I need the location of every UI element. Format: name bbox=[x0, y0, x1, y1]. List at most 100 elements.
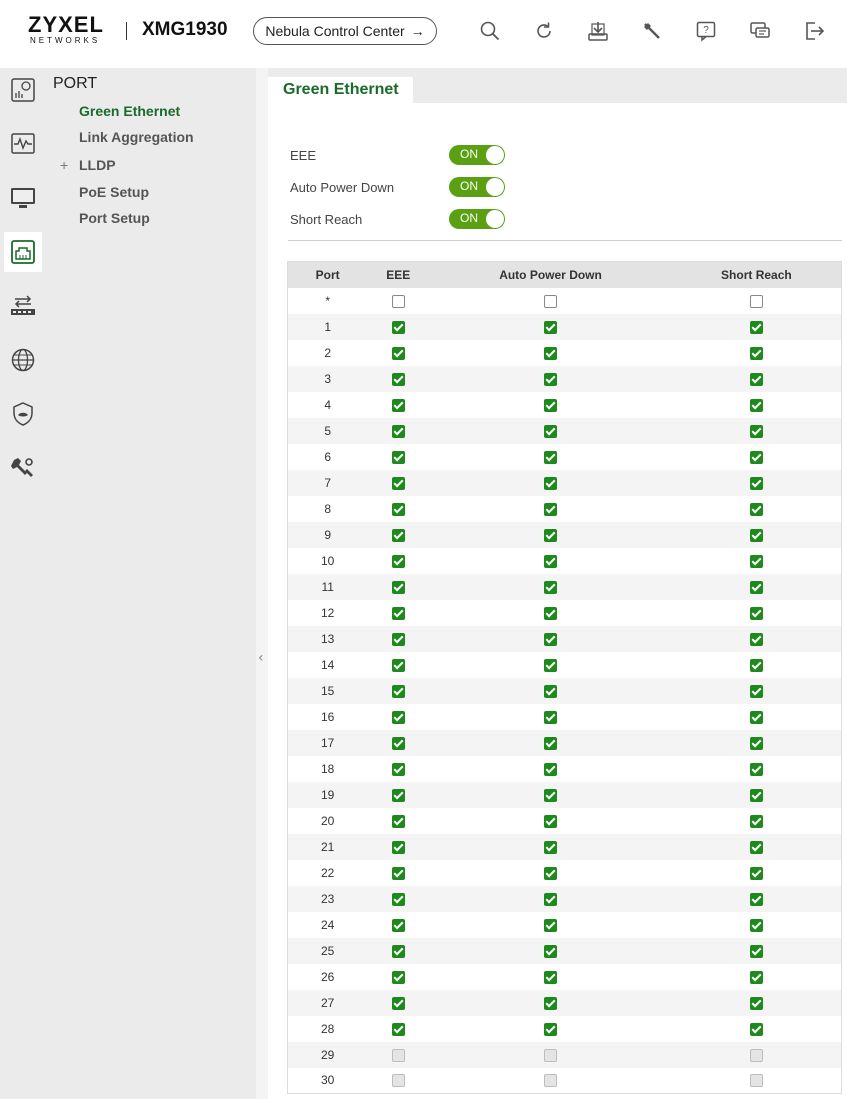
auto-power-down-checkbox[interactable] bbox=[544, 372, 558, 386]
eee-checkbox[interactable] bbox=[391, 944, 405, 958]
auto-power-down-checkbox[interactable] bbox=[544, 970, 558, 984]
auto-power-down-checkbox[interactable] bbox=[544, 632, 558, 646]
eee-checkbox[interactable] bbox=[391, 970, 405, 984]
short-reach-checkbox[interactable] bbox=[749, 736, 763, 750]
port-icon[interactable] bbox=[4, 232, 42, 272]
security-icon[interactable] bbox=[4, 394, 42, 434]
expand-plus-icon[interactable]: + bbox=[60, 157, 68, 173]
auto-power-down-checkbox[interactable] bbox=[544, 866, 558, 880]
search-icon[interactable] bbox=[479, 20, 501, 42]
eee-checkbox[interactable] bbox=[391, 996, 405, 1010]
short-reach-checkbox[interactable] bbox=[749, 892, 763, 906]
auto-power-down-checkbox[interactable] bbox=[544, 398, 558, 412]
short-reach-checkbox[interactable] bbox=[749, 606, 763, 620]
zyxel-logo[interactable]: ZYXEL NETWORKS bbox=[28, 14, 112, 48]
eee-checkbox[interactable] bbox=[391, 554, 405, 568]
auto-power-down-checkbox[interactable] bbox=[544, 476, 558, 490]
eee-checkbox[interactable] bbox=[391, 918, 405, 932]
eee-checkbox[interactable] bbox=[391, 372, 405, 386]
menu-item-lldp[interactable]: LLDP bbox=[79, 157, 116, 173]
eee-checkbox[interactable] bbox=[391, 450, 405, 464]
menu-item-poe-setup[interactable]: PoE Setup bbox=[79, 184, 149, 200]
short-reach-checkbox[interactable] bbox=[749, 450, 763, 464]
short-reach-checkbox[interactable] bbox=[749, 346, 763, 360]
eee-checkbox[interactable] bbox=[391, 632, 405, 646]
short-reach-checkbox[interactable] bbox=[749, 944, 763, 958]
eee-checkbox[interactable] bbox=[391, 892, 405, 906]
eee-checkbox[interactable] bbox=[391, 814, 405, 828]
short-reach-checkbox[interactable] bbox=[749, 1022, 763, 1036]
maintenance-icon[interactable] bbox=[641, 20, 663, 42]
auto-power-down-checkbox[interactable] bbox=[544, 606, 558, 620]
auto-power-down-all-checkbox[interactable] bbox=[544, 294, 558, 308]
auto-power-down-checkbox[interactable] bbox=[544, 320, 558, 334]
eee-checkbox[interactable] bbox=[391, 762, 405, 776]
auto-power-down-checkbox[interactable] bbox=[544, 424, 558, 438]
system-icon[interactable] bbox=[4, 178, 42, 218]
auto-power-down-checkbox[interactable] bbox=[544, 736, 558, 750]
short-reach-checkbox[interactable] bbox=[749, 814, 763, 828]
auto-power-down-toggle[interactable]: ON bbox=[449, 177, 505, 197]
eee-checkbox[interactable] bbox=[391, 866, 405, 880]
eee-checkbox[interactable] bbox=[391, 320, 405, 334]
auto-power-down-checkbox[interactable] bbox=[544, 840, 558, 854]
logout-icon[interactable] bbox=[803, 20, 825, 42]
auto-power-down-checkbox[interactable] bbox=[544, 684, 558, 698]
chevron-left-icon[interactable]: ‹ bbox=[258, 650, 264, 666]
nebula-control-center-button[interactable]: Nebula Control Center → bbox=[253, 17, 437, 45]
short-reach-checkbox[interactable] bbox=[749, 684, 763, 698]
monitor-icon[interactable] bbox=[4, 124, 42, 164]
auto-power-down-checkbox[interactable] bbox=[544, 762, 558, 776]
menu-item-port-setup[interactable]: Port Setup bbox=[79, 210, 150, 226]
dashboard-icon[interactable] bbox=[4, 70, 42, 110]
eee-checkbox[interactable] bbox=[391, 346, 405, 360]
eee-checkbox[interactable] bbox=[391, 710, 405, 724]
auto-power-down-checkbox[interactable] bbox=[544, 554, 558, 568]
auto-power-down-checkbox[interactable] bbox=[544, 996, 558, 1010]
eee-checkbox[interactable] bbox=[391, 424, 405, 438]
auto-power-down-checkbox[interactable] bbox=[544, 710, 558, 724]
short-reach-checkbox[interactable] bbox=[749, 996, 763, 1010]
auto-power-down-checkbox[interactable] bbox=[544, 580, 558, 594]
eee-checkbox[interactable] bbox=[391, 502, 405, 516]
eee-toggle[interactable]: ON bbox=[449, 145, 505, 165]
short-reach-checkbox[interactable] bbox=[749, 788, 763, 802]
network-icon[interactable] bbox=[4, 340, 42, 380]
eee-checkbox[interactable] bbox=[391, 476, 405, 490]
eee-all-checkbox[interactable] bbox=[391, 294, 405, 308]
auto-power-down-checkbox[interactable] bbox=[544, 450, 558, 464]
short-reach-checkbox[interactable] bbox=[749, 580, 763, 594]
save-icon[interactable] bbox=[587, 20, 609, 42]
menu-item-link-aggregation[interactable]: Link Aggregation bbox=[79, 129, 194, 145]
auto-power-down-checkbox[interactable] bbox=[544, 944, 558, 958]
short-reach-checkbox[interactable] bbox=[749, 320, 763, 334]
short-reach-checkbox[interactable] bbox=[749, 476, 763, 490]
short-reach-all-checkbox[interactable] bbox=[749, 294, 763, 308]
menu-item-green-ethernet[interactable]: Green Ethernet bbox=[79, 103, 180, 119]
short-reach-checkbox[interactable] bbox=[749, 918, 763, 932]
auto-power-down-checkbox[interactable] bbox=[544, 892, 558, 906]
auto-power-down-checkbox[interactable] bbox=[544, 814, 558, 828]
eee-checkbox[interactable] bbox=[391, 684, 405, 698]
help-icon[interactable]: ? bbox=[695, 20, 717, 42]
short-reach-checkbox[interactable] bbox=[749, 502, 763, 516]
switching-icon[interactable] bbox=[4, 286, 42, 326]
auto-power-down-checkbox[interactable] bbox=[544, 788, 558, 802]
short-reach-checkbox[interactable] bbox=[749, 840, 763, 854]
short-reach-checkbox[interactable] bbox=[749, 372, 763, 386]
short-reach-checkbox[interactable] bbox=[749, 554, 763, 568]
eee-checkbox[interactable] bbox=[391, 788, 405, 802]
auto-power-down-checkbox[interactable] bbox=[544, 1022, 558, 1036]
eee-checkbox[interactable] bbox=[391, 840, 405, 854]
short-reach-checkbox[interactable] bbox=[749, 632, 763, 646]
auto-power-down-checkbox[interactable] bbox=[544, 918, 558, 932]
short-reach-checkbox[interactable] bbox=[749, 398, 763, 412]
short-reach-toggle[interactable]: ON bbox=[449, 209, 505, 229]
short-reach-checkbox[interactable] bbox=[749, 970, 763, 984]
eee-checkbox[interactable] bbox=[391, 658, 405, 672]
eee-checkbox[interactable] bbox=[391, 736, 405, 750]
short-reach-checkbox[interactable] bbox=[749, 528, 763, 542]
short-reach-checkbox[interactable] bbox=[749, 866, 763, 880]
short-reach-checkbox[interactable] bbox=[749, 710, 763, 724]
auto-power-down-checkbox[interactable] bbox=[544, 346, 558, 360]
